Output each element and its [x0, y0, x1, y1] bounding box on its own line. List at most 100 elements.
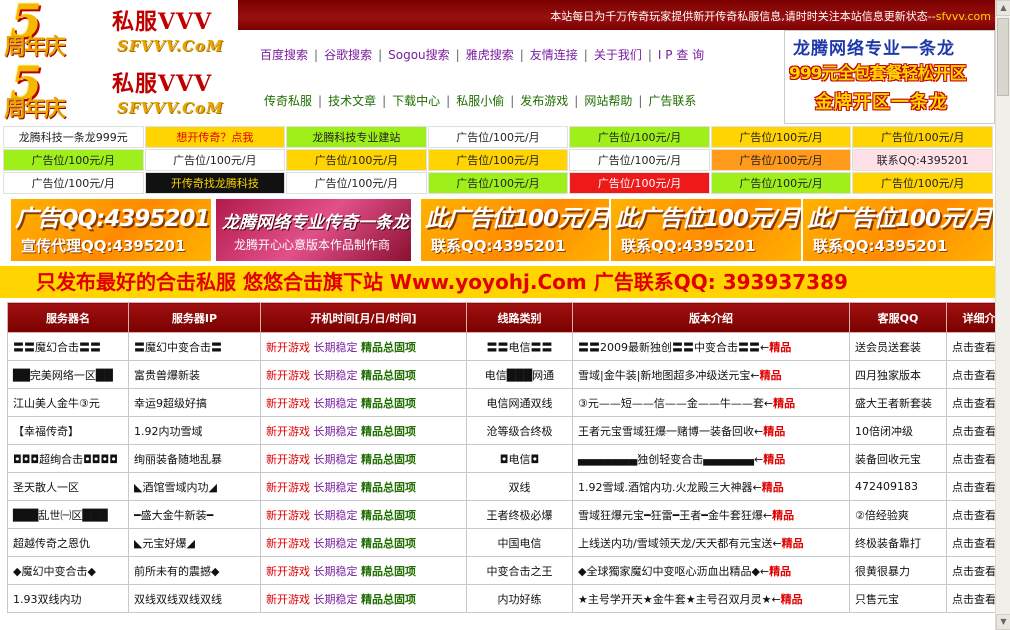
- status-stable: 长期稳定: [313, 368, 358, 382]
- banner-ad[interactable]: 此广告位100元/月 联系QQ:4395201: [611, 199, 801, 261]
- nav-link[interactable]: 私服小偷: [456, 94, 504, 108]
- detail-link[interactable]: 点击查看: [946, 528, 995, 557]
- ticker-domain[interactable]: sfvvv.com: [936, 10, 991, 23]
- top-right-ad-banner[interactable]: 龙腾网络专业一条龙 999元全包套餐轻松开区 金牌开区一条龙: [784, 30, 995, 124]
- banner-ad[interactable]: 此广告位100元/月 联系QQ:4395201: [803, 199, 993, 261]
- text-ad-cell[interactable]: 广告位/100元/月: [710, 172, 852, 194]
- server-name-cell[interactable]: 1.93双线内功: [7, 584, 129, 613]
- column-header[interactable]: 服务器名: [7, 302, 129, 333]
- text-ad-cell[interactable]: 广告位/100元/月: [569, 149, 710, 171]
- column-header[interactable]: 服务器IP: [128, 302, 261, 333]
- server-name-cell[interactable]: 江山美人金牛③元: [7, 388, 129, 417]
- text-ad-cell[interactable]: 广告位/100元/月: [569, 126, 710, 148]
- nav-link[interactable]: 雅虎搜索: [466, 48, 514, 62]
- version-text: 〓〓2009最新独创〓〓中变合击〓〓←: [578, 340, 770, 354]
- detail-link[interactable]: 点击查看: [946, 472, 995, 501]
- nav-link[interactable]: 谷歌搜索: [324, 48, 372, 62]
- server-name-cell[interactable]: ◘◘◘超绚合击◘◘◘◘: [7, 444, 129, 473]
- open-time-cell: 新开游戏 长期稳定 精品总固项: [260, 472, 467, 501]
- detail-link[interactable]: 点击查看: [946, 388, 995, 417]
- text-ad-cell[interactable]: 广告位/100元/月: [569, 172, 710, 194]
- table-row[interactable]: 江山美人金牛③元 幸运9超级好搞 新开游戏 长期稳定 精品总固项 电信网通双线 ③元——…: [7, 388, 995, 417]
- server-name-cell[interactable]: ◆魔幻中变合击◆: [7, 556, 129, 585]
- nav-link[interactable]: 传奇私服: [264, 94, 312, 108]
- text-ad-cell[interactable]: 广告位/100元/月: [144, 149, 286, 171]
- text-ad-cell[interactable]: 广告位/100元/月: [710, 126, 852, 148]
- status-tag: 总: [383, 564, 394, 578]
- text-ad-cell[interactable]: 广告位/100元/月: [427, 149, 569, 171]
- text-ad-cell[interactable]: 广告位/100元/月: [3, 172, 144, 194]
- column-header[interactable]: 客服QQ: [849, 302, 947, 333]
- slogan-banner[interactable]: 只发布最好的合击私服 悠悠合击旗下站 Www.yoyohj.Com 广告联系QQ…: [0, 266, 995, 298]
- scroll-up-arrow-icon[interactable]: ▲: [996, 0, 1010, 16]
- status-new: 新开游戏: [266, 368, 310, 382]
- hot-tag: 精品: [759, 368, 782, 382]
- text-ad-cell[interactable]: 广告位/100元/月: [286, 172, 427, 194]
- detail-link[interactable]: 点击查看: [946, 360, 995, 389]
- nav-link[interactable]: Sogou搜索: [388, 48, 450, 62]
- text-ad-cell[interactable]: 联系QQ:4395201: [852, 149, 993, 171]
- banner-headline: 广告QQ:4395201: [15, 206, 210, 232]
- text-ad-cell[interactable]: 广告位/100元/月: [852, 126, 993, 148]
- nav-link[interactable]: I P 查 询: [658, 48, 704, 62]
- text-ad-cell[interactable]: 广告位/100元/月: [286, 149, 427, 171]
- column-header[interactable]: 线路类别: [466, 302, 573, 333]
- vertical-scrollbar[interactable]: ▲ ▼: [995, 0, 1010, 630]
- nav-link[interactable]: 关于我们: [594, 48, 642, 62]
- version-text: ③元——短——信——金——牛——套←: [578, 396, 774, 410]
- nav-link[interactable]: 网站帮助: [584, 94, 632, 108]
- line-type-cell: 内功好练: [466, 584, 573, 613]
- table-row[interactable]: 【幸福传奇】 1.92内功雪域 新开游戏 长期稳定 精品总固项 沧等级合终极 王者元宝雪…: [7, 416, 995, 445]
- server-name-cell[interactable]: 〓〓魔幻合击〓〓: [7, 332, 129, 361]
- nav-link[interactable]: 友情连接: [530, 48, 578, 62]
- table-row[interactable]: ◆魔幻中变合击◆ 前所未有的震撼◆ 新开游戏 长期稳定 精品总固项 中变合击之王 ◆全球…: [7, 556, 995, 585]
- table-row[interactable]: ██完美网络一区██ 富贵兽爆新装 新开游戏 长期稳定 精品总固项 电信███网通 雪域…: [7, 360, 995, 389]
- text-ad-cell[interactable]: 广告位/100元/月: [3, 149, 144, 171]
- banner-ad[interactable]: 广告QQ:4395201 宣传代理QQ:4395201: [11, 199, 211, 261]
- banner-headline: 此广告位100元/月: [615, 206, 800, 232]
- status-tag: 固: [394, 368, 405, 382]
- text-ad-cell[interactable]: 开传奇找龙腾科技: [144, 172, 286, 194]
- table-row[interactable]: 1.93双线内功 双线双线双线双线 新开游戏 长期稳定 精品总固项 内功好练 ★主号学开…: [7, 584, 995, 613]
- text-ad-cell[interactable]: 广告位/100元/月: [427, 172, 569, 194]
- table-row[interactable]: ◘◘◘超绚合击◘◘◘◘ 绚丽装备随地乱暴 新开游戏 长期稳定 精品总固项 ◘电信◘ ▄▄…: [7, 444, 995, 473]
- nav-link[interactable]: 发布游戏: [520, 94, 568, 108]
- text-ad-cell[interactable]: 广告位/100元/月: [427, 126, 569, 148]
- site-logo[interactable]: 5 周年庆 私服VVV SFVVV.CoM: [0, 0, 238, 62]
- scroll-down-arrow-icon[interactable]: ▼: [996, 614, 1010, 630]
- scrollbar-thumb[interactable]: [997, 18, 1009, 96]
- hot-tag: 精品: [772, 508, 795, 522]
- nav-link[interactable]: 下载中心: [392, 94, 440, 108]
- detail-link[interactable]: 点击查看: [946, 584, 995, 613]
- text-ad-cell[interactable]: 想开传奇？点我: [144, 126, 286, 148]
- detail-link[interactable]: 点击查看: [946, 416, 995, 445]
- table-row[interactable]: 圣天散人一区 ◣酒馆雪域内功◢ 新开游戏 长期稳定 精品总固项 双线 1.92雪域.酒馆…: [7, 472, 995, 501]
- nav-link[interactable]: 百度搜索: [260, 48, 308, 62]
- hot-tag: 精品: [763, 452, 786, 466]
- site-logo[interactable]: 5 周年庆 私服VVV SFVVV.CoM: [0, 60, 238, 124]
- table-row[interactable]: 〓〓魔幻合击〓〓 〓魔幻中变合击〓 新开游戏 长期稳定 精品总固项 〓〓电信〓〓 〓〓2…: [7, 332, 995, 361]
- column-header[interactable]: 开机时间[月/日/时间]: [260, 302, 467, 333]
- text-ad-cell[interactable]: 龙腾科技一条龙999元: [3, 126, 144, 148]
- server-name-cell[interactable]: 【幸福传奇】: [7, 416, 129, 445]
- table-row[interactable]: ███乱世㈠区███ ━盛大金牛新装━ 新开游戏 长期稳定 精品总固项 王者终极必爆雪…: [7, 500, 995, 529]
- detail-link[interactable]: 点击查看: [946, 332, 995, 361]
- server-name-cell[interactable]: ███乱世㈠区███: [7, 500, 129, 529]
- column-header[interactable]: 详细介绍: [946, 302, 995, 333]
- table-row[interactable]: 超越传奇之恩仇 ◣元宝好爆◢ 新开游戏 长期稳定 精品总固项 中国电信 上线送内功/雪域…: [7, 528, 995, 557]
- text-ad-cell[interactable]: 广告位/100元/月: [710, 149, 852, 171]
- text-ad-cell[interactable]: 广告位/100元/月: [852, 172, 993, 194]
- detail-link[interactable]: 点击查看: [946, 500, 995, 529]
- banner-ad[interactable]: 此广告位100元/月 联系QQ:4395201: [421, 199, 609, 261]
- nav-link[interactable]: 技术文章: [328, 94, 376, 108]
- banner-ad[interactable]: 龙腾网络专业传奇一条龙 龙腾开心心意版本作品制作商: [216, 199, 411, 261]
- server-name-cell[interactable]: 圣天散人一区: [7, 472, 129, 501]
- detail-link[interactable]: 点击查看: [946, 444, 995, 473]
- server-name-cell[interactable]: ██完美网络一区██: [7, 360, 129, 389]
- detail-link[interactable]: 点击查看: [946, 556, 995, 585]
- column-header[interactable]: 版本介绍: [572, 302, 850, 333]
- nav-separator: |: [455, 48, 460, 62]
- nav-link[interactable]: 广告联系: [648, 94, 696, 108]
- server-name-cell[interactable]: 超越传奇之恩仇: [7, 528, 129, 557]
- text-ad-cell[interactable]: 龙腾科技专业建站: [286, 126, 427, 148]
